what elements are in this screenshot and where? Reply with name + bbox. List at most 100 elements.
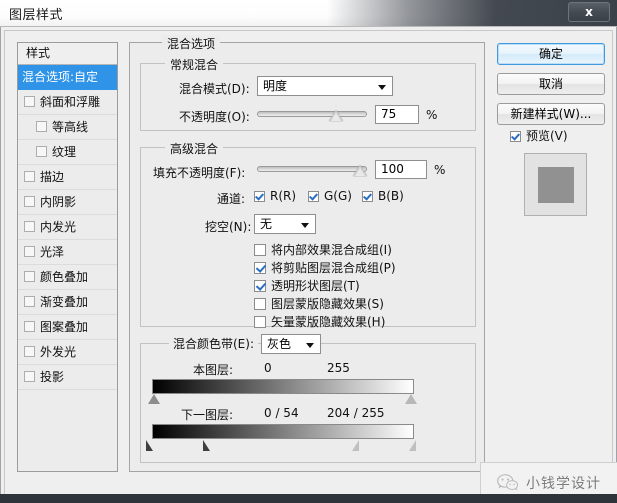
sidebar-item-outer-glow[interactable]: 外发光 [18,340,117,365]
sidebar-item-inner-glow[interactable]: 内发光 [18,215,117,240]
window-bottom-edge [0,494,617,503]
preview-label: 预览(V) [526,129,568,143]
sidebar-item-drop-shadow[interactable]: 投影 [18,365,117,390]
sidebar-item-pattern-overlay[interactable]: 图案叠加 [18,315,117,340]
underlying-layer-label: 下一图层: [181,408,234,422]
underlying-handle-white-right[interactable] [409,440,416,451]
sidebar-item-label: 内发光 [40,220,77,234]
knockout-label: 挖空(N): [205,220,252,234]
style-checkbox-icon[interactable] [24,221,35,232]
blending-options-legend: 混合选项 [162,35,221,52]
style-checkbox-icon[interactable] [24,246,35,257]
fill-opacity-slider[interactable] [257,161,367,177]
ok-button[interactable]: 确定 [497,43,605,65]
cancel-button[interactable]: 取消 [497,73,605,95]
preview-checkbox[interactable]: 预览(V) [510,127,568,144]
channel-g-label: G(G) [324,189,352,203]
underlying-handle-white-left[interactable] [352,440,359,451]
style-checkbox-icon[interactable] [24,321,35,332]
general-blending-legend: 常规混合 [165,56,224,73]
blend-if-label: 混合颜色带(E): [169,337,258,351]
underlying-layer-left-values: 0 / 54 [264,406,299,420]
blend-clipped-layers-checkbox[interactable]: 将剪贴图层混合成组(P) [254,259,396,276]
sidebar-item-label: 纹理 [52,145,77,159]
sidebar-item-stroke[interactable]: 描边 [18,165,117,190]
blend-if-legend-wrap: 混合颜色带(E): [169,335,258,352]
general-blending-group: 常规混合 混合模式(D): 明度 不透明度(O): 75 % [140,56,476,131]
knockout-select[interactable]: 无 [254,214,316,234]
sidebar-item-label: 描边 [40,170,65,184]
checkbox-icon[interactable] [254,280,266,292]
sidebar-item-label: 内阴影 [40,195,77,209]
sidebar-item-label: 光泽 [40,245,65,259]
style-checkbox-icon[interactable] [24,271,35,282]
checkbox-icon[interactable] [254,262,266,274]
underlying-layer-right-values: 204 / 255 [327,406,385,420]
checkbox-icon[interactable] [254,191,265,202]
fill-opacity-input[interactable]: 100 [375,160,427,179]
sidebar-item-satin[interactable]: 光泽 [18,240,117,265]
sidebar-item-contour[interactable]: 等高线 [18,115,117,140]
this-layer-black-handle[interactable] [148,394,160,404]
vector-mask-hides-effects-label: 矢量蒙版隐藏效果(H) [271,315,386,329]
blend-clipped-layers-label: 将剪贴图层混合成组(P) [271,261,396,275]
style-checkbox-icon[interactable] [24,96,35,107]
sidebar-item-gradient-overlay[interactable]: 渐变叠加 [18,290,117,315]
preview-thumbnail [524,153,587,216]
fill-opacity-slider-thumb[interactable] [353,165,367,176]
channel-r-label: R(R) [270,189,297,203]
checkbox-icon[interactable] [254,298,266,310]
underlying-layer-gradient-bar[interactable] [152,424,414,439]
blend-interior-effects-checkbox[interactable]: 将内部效果混合成组(I) [254,241,392,258]
checkbox-icon[interactable] [362,191,373,202]
style-checkbox-icon[interactable] [36,146,47,157]
style-checkbox-icon[interactable] [24,371,35,382]
wechat-icon [497,474,519,491]
this-layer-white-handle[interactable] [405,394,417,404]
blend-if-channel-select[interactable]: 灰色 [261,334,321,354]
sidebar-item-bevel-emboss[interactable]: 斜面和浮雕 [18,90,117,115]
new-style-button[interactable]: 新建样式(W)... [497,103,605,125]
opacity-slider-thumb[interactable] [329,110,343,121]
style-checkbox-icon[interactable] [24,196,35,207]
channels-label: 通道: [217,192,246,206]
layer-mask-hides-effects-checkbox[interactable]: 图层蒙版隐藏效果(S) [254,295,384,312]
chevron-down-icon [306,343,314,348]
opacity-slider-track[interactable] [257,111,367,117]
preview-thumbnail-shape [538,167,574,203]
vector-mask-hides-effects-checkbox[interactable]: 矢量蒙版隐藏效果(H) [254,313,385,330]
channel-b-checkbox[interactable]: B(B) [362,189,404,203]
checkbox-icon[interactable] [308,191,319,202]
advanced-blending-legend: 高级混合 [165,140,224,157]
this-layer-left-value: 0 [264,361,272,375]
fill-opacity-label: 填充不透明度(F): [153,166,246,180]
this-layer-gradient-bar[interactable] [152,379,414,394]
fill-opacity-slider-track[interactable] [257,166,367,172]
channel-r-checkbox[interactable]: R(R) [254,189,296,203]
style-checkbox-icon[interactable] [24,346,35,357]
underlying-handle-black-right[interactable] [203,440,210,451]
opacity-input[interactable]: 75 [375,105,419,124]
underlying-handle-black-left[interactable] [146,440,153,451]
checkbox-icon[interactable] [254,244,266,256]
opacity-slider[interactable] [257,106,367,122]
style-checkbox-icon[interactable] [36,121,47,132]
checkbox-icon[interactable] [254,316,266,328]
this-layer-label: 本图层: [193,363,234,377]
sidebar-item-label: 混合选项:自定 [22,70,99,84]
style-checkbox-icon[interactable] [24,296,35,307]
knockout-value: 无 [260,217,273,231]
blend-mode-select[interactable]: 明度 [257,76,393,96]
checkbox-icon[interactable] [510,131,521,142]
channel-g-checkbox[interactable]: G(G) [308,189,352,203]
close-icon[interactable]: x [568,2,610,22]
advanced-blending-group: 高级混合 填充不透明度(F): 100 % 通道: R(R) G(G) B(B)… [140,140,476,330]
sidebar-item-inner-shadow[interactable]: 内阴影 [18,190,117,215]
sidebar-item-blending-options[interactable]: 混合选项:自定 [18,65,117,90]
transparency-shapes-layer-checkbox[interactable]: 透明形状图层(T) [254,277,360,294]
style-checkbox-icon[interactable] [24,171,35,182]
dialog-inner-frame: 样式 混合选项:自定 斜面和浮雕 等高线 纹理 描边 内阴影 内发光 光泽 颜色… [4,30,613,499]
sidebar-item-label: 图案叠加 [40,320,89,334]
sidebar-item-texture[interactable]: 纹理 [18,140,117,165]
sidebar-item-color-overlay[interactable]: 颜色叠加 [18,265,117,290]
